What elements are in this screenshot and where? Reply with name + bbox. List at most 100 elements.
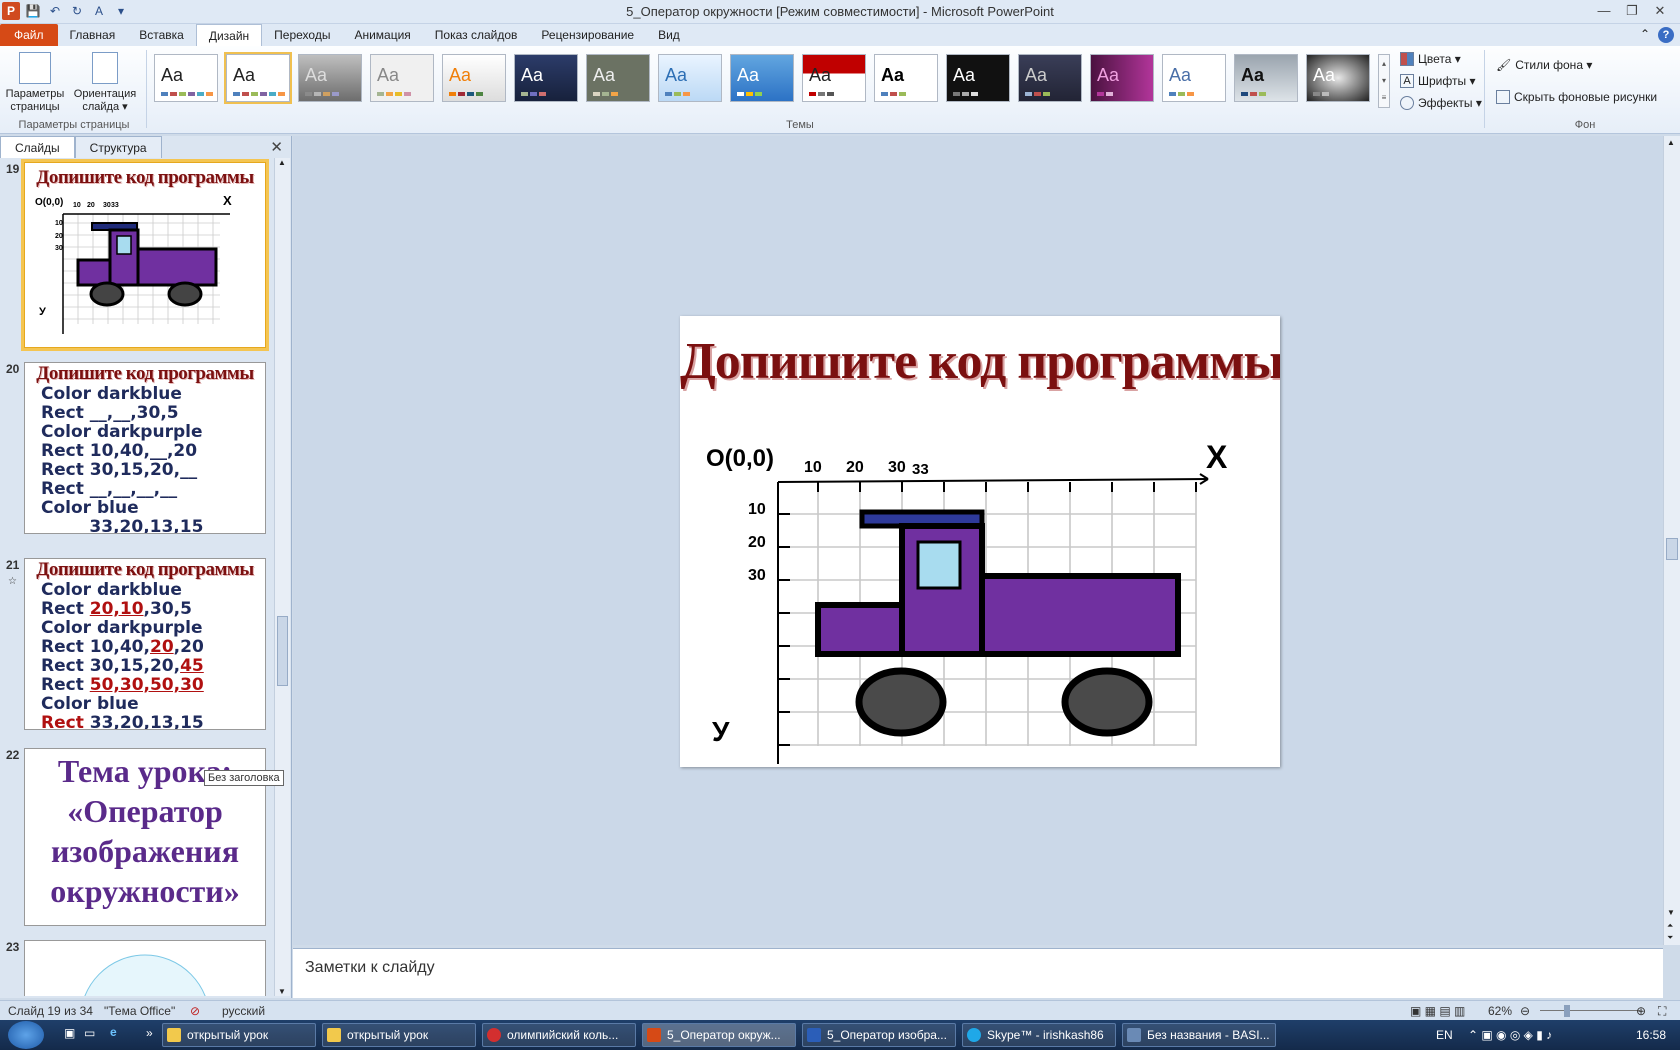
tab-slides[interactable]: Слайды <box>0 136 75 158</box>
fonts-button[interactable]: A Шрифты ▾ <box>1400 74 1475 88</box>
theme-thumb[interactable]: Aa <box>802 54 866 102</box>
zoom-level[interactable]: 62% <box>1488 1004 1512 1018</box>
start-button[interactable] <box>8 1021 44 1049</box>
notes-field[interactable]: Заметки к слайду <box>293 948 1663 998</box>
colors-button[interactable]: Цвета ▾ <box>1400 52 1461 66</box>
theme-thumb[interactable]: Aa <box>370 54 434 102</box>
editor-scrollbar[interactable]: ▲ ▼ ⏶ ⏷ <box>1663 136 1680 945</box>
tab-design[interactable]: Дизайн <box>195 24 263 46</box>
page-setup-button[interactable]: Параметры страницы <box>2 52 68 114</box>
tab-insert[interactable]: Вставка <box>127 24 196 46</box>
theme-thumb[interactable]: Aa <box>586 54 650 102</box>
close-button[interactable]: ✕ <box>1646 0 1674 22</box>
code-line: Color blue <box>41 498 139 518</box>
scroll-down-icon[interactable]: ▼ <box>278 987 286 996</box>
minimize-ribbon-icon[interactable]: ⌃ <box>1640 27 1650 43</box>
scroll-up-icon[interactable]: ▲ <box>1667 138 1675 147</box>
theme-thumb[interactable]: Aa <box>1090 54 1154 102</box>
ribbon: Параметры страницы Ориентация слайда ▾ П… <box>0 46 1680 134</box>
ie-icon[interactable]: e <box>110 1025 117 1039</box>
taskbar-item[interactable]: открытый урок <box>162 1023 316 1047</box>
tick-y: 30 <box>748 567 766 584</box>
scroll-up-icon[interactable]: ▲ <box>278 158 286 167</box>
tab-file[interactable]: Файл <box>0 24 58 46</box>
tab-slideshow[interactable]: Показ слайдов <box>423 24 530 46</box>
fit-slide-icon[interactable]: ⛶ <box>1658 1004 1666 1019</box>
scroll-thumb[interactable] <box>1666 538 1678 560</box>
theme-thumb[interactable]: Aa <box>946 54 1010 102</box>
show-desktop-icon[interactable]: ▣ <box>64 1026 75 1040</box>
slide-number: 23 <box>6 940 20 954</box>
prev-slide-icon[interactable]: ⏶ <box>1667 921 1673 931</box>
taskbar-item[interactable]: открытый урок <box>322 1023 476 1047</box>
explorer-icon[interactable]: ▭ <box>84 1026 95 1040</box>
language-indicator[interactable]: EN <box>1436 1028 1453 1042</box>
theme-thumb[interactable]: Aa <box>1234 54 1298 102</box>
slide-orientation-button[interactable]: Ориентация слайда ▾ <box>72 52 138 114</box>
zoom-in-icon[interactable]: ⊕ <box>1636 1004 1646 1018</box>
theme-thumb[interactable]: Aa <box>874 54 938 102</box>
truck-diagram-thumb: O(0,0) 10 20 30 33 X 10 20 30 У <box>35 193 232 334</box>
x-axis-label: X <box>223 193 232 208</box>
slide-number: 21 <box>6 558 20 572</box>
tab-transitions[interactable]: Переходы <box>262 24 342 46</box>
zoom-out-icon[interactable]: ⊖ <box>1520 1004 1530 1018</box>
language[interactable]: русский <box>222 1004 265 1018</box>
more-icon[interactable]: » <box>146 1026 153 1040</box>
thumbnail-row-23[interactable]: 23 <box>0 936 272 996</box>
current-slide[interactable]: Допишите код программы O(0,0) 10 20 30 3… <box>680 316 1280 767</box>
taskbar-item[interactable]: Без названия - BASI... <box>1122 1023 1276 1047</box>
zoom-slider[interactable] <box>1540 1010 1640 1011</box>
taskbar-item[interactable]: Skype™ - irishkash86 <box>962 1023 1116 1047</box>
theme-thumb[interactable]: Aa <box>1018 54 1082 102</box>
tab-animations[interactable]: Анимация <box>342 24 422 46</box>
gallery-scroll[interactable]: ▴ ▾ ≡ <box>1378 54 1390 108</box>
thumbnail-row-21[interactable]: 21 ☆ Допишите код программы Color darkbl… <box>0 554 272 734</box>
tab-review[interactable]: Рецензирование <box>529 24 646 46</box>
code-line: Rect 30,15,20,45 <box>41 656 204 676</box>
theme-thumb[interactable]: Aa <box>1306 54 1370 102</box>
tray-icons[interactable]: ⌃ ▣ ◉ ◎ ◈ ▮ ♪ <box>1468 1028 1552 1042</box>
code-line: Rect __,__,30,5 <box>41 403 179 423</box>
restore-button[interactable]: ❐ <box>1618 0 1646 22</box>
tab-view[interactable]: Вид <box>646 24 692 46</box>
scroll-thumb[interactable] <box>277 616 288 686</box>
taskbar-item[interactable]: олимпийский коль... <box>482 1023 636 1047</box>
theme-thumb[interactable]: Aa <box>514 54 578 102</box>
slide-thumb-21[interactable]: Допишите код программы Color darkblue Re… <box>24 558 266 730</box>
thumb-title: Допишите код программы <box>36 167 254 188</box>
background-styles-button[interactable]: 🖌 Стили фона ▾ <box>1496 58 1592 72</box>
theme-name[interactable]: "Тема Office" <box>104 1004 175 1018</box>
theme-thumb-selected[interactable]: Aa <box>224 52 292 104</box>
theme-thumb[interactable]: Aa <box>154 54 218 102</box>
spellcheck-icon[interactable]: ⊘ <box>190 1004 200 1018</box>
thumbnail-row-20[interactable]: 20 Допишите код программы Color darkblue… <box>0 358 272 538</box>
close-pane-icon[interactable]: ✕ <box>270 138 283 156</box>
slide-thumb-19[interactable]: Допишите код программы O(0,0) 10 20 30 3… <box>21 159 269 351</box>
zoom-slider-thumb[interactable] <box>1564 1005 1570 1017</box>
slide-thumb-23[interactable] <box>24 940 266 996</box>
effects-button[interactable]: Эффекты ▾ <box>1400 96 1482 110</box>
hide-background-checkbox[interactable]: Скрыть фоновые рисунки <box>1496 90 1657 104</box>
taskbar-item[interactable]: 5_Оператор изобра... <box>802 1023 956 1047</box>
theme-thumb[interactable]: Aa <box>298 54 362 102</box>
theme-thumb[interactable]: Aa <box>442 54 506 102</box>
tab-home[interactable]: Главная <box>58 24 128 46</box>
thumbnail-row-19[interactable]: 19 Допишите код программы O(0,0) 10 20 3… <box>0 158 272 354</box>
thumbnails-scrollbar[interactable]: ▲ ▼ <box>274 158 290 996</box>
theme-thumb[interactable]: Aa <box>730 54 794 102</box>
help-icon[interactable]: ? <box>1658 27 1674 43</box>
theme-thumb[interactable]: Aa <box>1162 54 1226 102</box>
minimize-button[interactable]: — <box>1590 0 1618 22</box>
scroll-down-icon[interactable]: ▼ <box>1667 908 1675 917</box>
tooltip: Без заголовка <box>204 770 284 786</box>
tick-y: 20 <box>55 233 63 240</box>
tab-outline[interactable]: Структура <box>74 136 162 158</box>
next-slide-icon[interactable]: ⏷ <box>1667 933 1673 943</box>
view-buttons[interactable]: ▣ ▦ ▤ ▥ <box>1410 1004 1465 1018</box>
theme-thumb[interactable]: Aa <box>658 54 722 102</box>
taskbar-item[interactable]: 5_Оператор окруж... <box>642 1023 796 1047</box>
clock[interactable]: 16:58 <box>1636 1028 1666 1042</box>
tick-x: 20 <box>846 459 864 476</box>
slide-thumb-20[interactable]: Допишите код программы Color darkblue Re… <box>24 362 266 534</box>
